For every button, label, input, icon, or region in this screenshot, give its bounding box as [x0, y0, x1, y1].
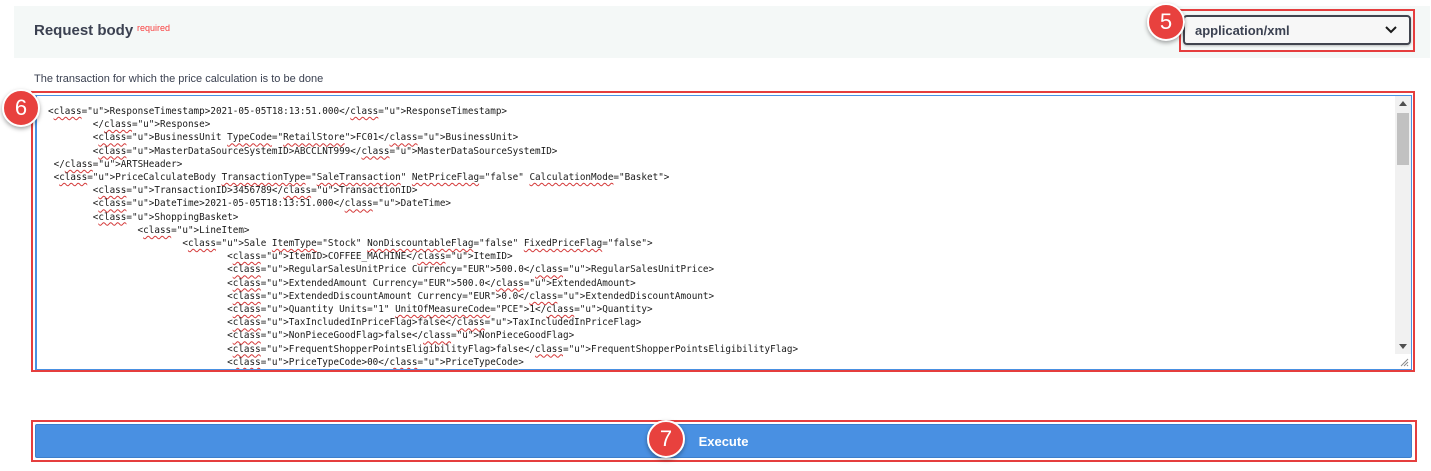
code-line: <class="u">Quantity — [48, 304, 334, 316]
media-type-value: application/xml — [1195, 23, 1290, 38]
chevron-down-icon — [1385, 26, 1397, 34]
code-line: <class="u">ItemID — [48, 251, 323, 263]
code-line: <class="u">BusinessUnit — [48, 132, 222, 144]
code-line: <class="u">TransactionID — [48, 185, 228, 197]
editor-scrollbar[interactable] — [1395, 96, 1411, 354]
code-line: <class="u">ExtendedAmount — [48, 277, 368, 289]
code-line: <class="u">RegularSalesUnitPrice — [48, 264, 407, 276]
xml-code[interactable]: <class="u">ResponseTimestamp>2021-05-05T… — [48, 105, 798, 369]
code-line: <class="u">ResponseTimestamp — [48, 106, 205, 117]
scroll-thumb[interactable] — [1397, 113, 1409, 165]
scroll-down-icon[interactable] — [1399, 344, 1407, 349]
code-line: <class="u">ShoppingBasket — [48, 211, 233, 223]
code-line: <class="u">MasterDataSourceSystemID — [48, 145, 289, 157]
request-body-editor[interactable]: <class="u">ResponseTimestamp>2021-05-05T… — [35, 95, 1412, 370]
request-body-description: The transaction for which the price calc… — [34, 73, 324, 85]
code-line: <class="u">Sale — [48, 238, 267, 250]
required-label: required — [137, 23, 171, 33]
execute-button[interactable]: Execute — [35, 424, 1412, 458]
scroll-up-icon[interactable] — [1399, 101, 1407, 106]
annotation-badge-7: 7 — [647, 420, 685, 458]
annotation-badge-6: 6 — [2, 89, 40, 127]
code-line: <class="u">DateTime — [48, 198, 200, 210]
code-line: <class="u">LineItem — [48, 224, 244, 236]
code-line: </class="u">ARTSHeader — [48, 158, 177, 170]
request-body-title: Request body — [34, 22, 134, 39]
annotation-badge-5: 5 — [1147, 3, 1185, 41]
code-line: <class="u">TaxIncludedInPriceFlag — [48, 317, 412, 329]
code-line: <class="u">PriceCalculateBody — [48, 172, 216, 184]
resize-grip-icon[interactable] — [1399, 357, 1409, 367]
code-line: <class="u">PriceTypeCode — [48, 356, 362, 368]
media-type-select[interactable]: application/xml — [1183, 15, 1411, 45]
code-line: <class="u">FrequentShopperPointsEligibil… — [48, 343, 491, 355]
code-line: <class="u">NonPieceGoodFlag — [48, 330, 379, 342]
code-line: <class="u">ExtendedDiscountAmount — [48, 290, 412, 302]
code-line: </class="u">Response — [48, 119, 205, 131]
